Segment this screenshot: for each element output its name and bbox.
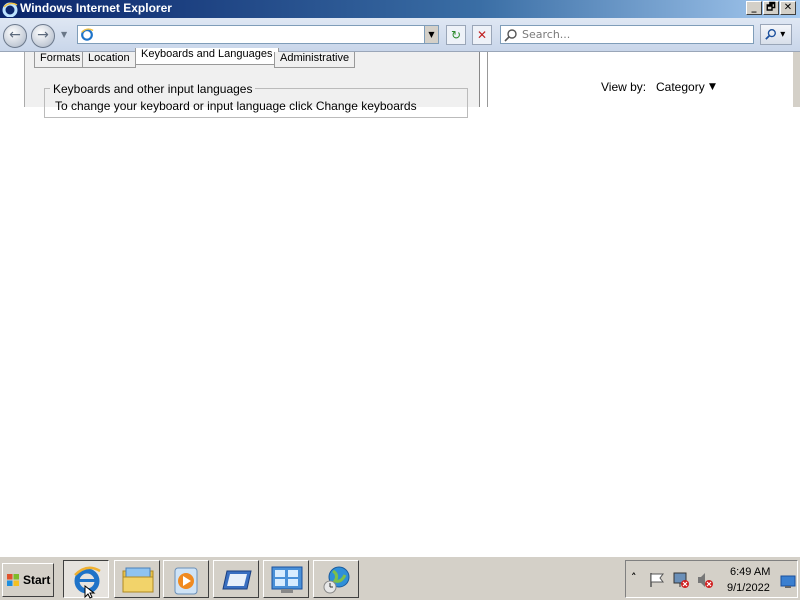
- clock-date[interactable]: 9/1/2022: [727, 582, 770, 594]
- internet-explorer-icon: [2, 2, 18, 17]
- taskbar-button-windows-explorer[interactable]: [114, 560, 160, 598]
- scrollbar[interactable]: [793, 52, 800, 107]
- recent-pages-dropdown-icon[interactable]: ▼: [61, 30, 67, 39]
- search-input[interactable]: Search...: [500, 25, 754, 44]
- minimize-button[interactable]: _: [746, 1, 762, 15]
- back-button[interactable]: ←: [3, 24, 27, 48]
- server-manager-icon: [222, 570, 252, 590]
- refresh-button[interactable]: ↻: [446, 25, 466, 45]
- group-description: To change your keyboard or input languag…: [55, 99, 417, 113]
- region-and-language-dialog: Formats Location Keyboards and Languages…: [25, 48, 480, 118]
- view-by-chevron-down-icon[interactable]: ▼: [709, 82, 716, 92]
- search-button[interactable]: ▾: [760, 24, 792, 45]
- taskbar-button-server-manager[interactable]: [213, 560, 259, 598]
- tab-keyboards-and-languages[interactable]: Keyboards and Languages: [135, 48, 279, 65]
- search-icon: [504, 29, 517, 42]
- show-hidden-icons-icon[interactable]: ˄: [631, 571, 637, 584]
- volume-muted-icon[interactable]: [696, 571, 714, 589]
- forward-button[interactable]: →: [31, 24, 55, 48]
- control-panel-pane: View by: Category ▼: [487, 52, 793, 107]
- window-title: Windows Internet Explorer: [20, 1, 172, 15]
- address-bar[interactable]: ▼: [77, 25, 439, 44]
- navigation-bar: ← → ▼ ▼ ↻ ✕ Search... ▾: [0, 18, 800, 52]
- tab-location[interactable]: Location: [82, 52, 136, 68]
- control-panel-icon: [271, 566, 303, 593]
- stop-button[interactable]: ✕: [472, 25, 492, 45]
- start-label: Start: [23, 573, 51, 587]
- windows-explorer-icon: [122, 567, 154, 593]
- maximize-button[interactable]: 🗗: [763, 1, 779, 15]
- clock-time[interactable]: 6:49 AM: [730, 566, 770, 578]
- taskbar: Start ˄ 6:49 AM 9/1/2022: [0, 556, 800, 600]
- tab-administrative[interactable]: Administrative: [274, 52, 356, 68]
- group-title: Keyboards and other input languages: [50, 82, 256, 96]
- view-by-label: View by:: [601, 80, 647, 94]
- action-center-flag-icon[interactable]: [648, 571, 666, 589]
- title-bar[interactable]: Windows Internet Explorer _ 🗗 ✕: [0, 0, 800, 18]
- taskbar-button-control-panel[interactable]: [263, 560, 309, 598]
- network-disconnected-icon[interactable]: [672, 571, 690, 589]
- search-go-icon: [765, 29, 776, 40]
- view-by-dropdown[interactable]: Category: [656, 80, 705, 94]
- show-desktop-icon[interactable]: [780, 575, 796, 589]
- page-icon: [81, 28, 94, 41]
- network-globe-icon: [323, 566, 350, 594]
- taskbar-button-network[interactable]: [313, 560, 359, 598]
- media-player-icon: [174, 567, 198, 595]
- start-button[interactable]: Start: [2, 563, 54, 597]
- system-tray: ˄ 6:49 AM 9/1/2022: [625, 560, 798, 598]
- left-pane: [0, 52, 25, 107]
- search-placeholder: Search...: [522, 28, 571, 41]
- taskbar-button-media-player[interactable]: [163, 560, 209, 598]
- taskbar-button-internet-explorer[interactable]: [63, 560, 109, 599]
- address-dropdown-icon[interactable]: ▼: [424, 26, 438, 43]
- mouse-cursor-icon: [84, 585, 96, 599]
- tab-formats[interactable]: Formats: [34, 52, 87, 68]
- windows-logo-icon: [7, 574, 19, 586]
- close-button[interactable]: ✕: [780, 1, 796, 15]
- search-options-dropdown-icon[interactable]: ▾: [780, 29, 785, 40]
